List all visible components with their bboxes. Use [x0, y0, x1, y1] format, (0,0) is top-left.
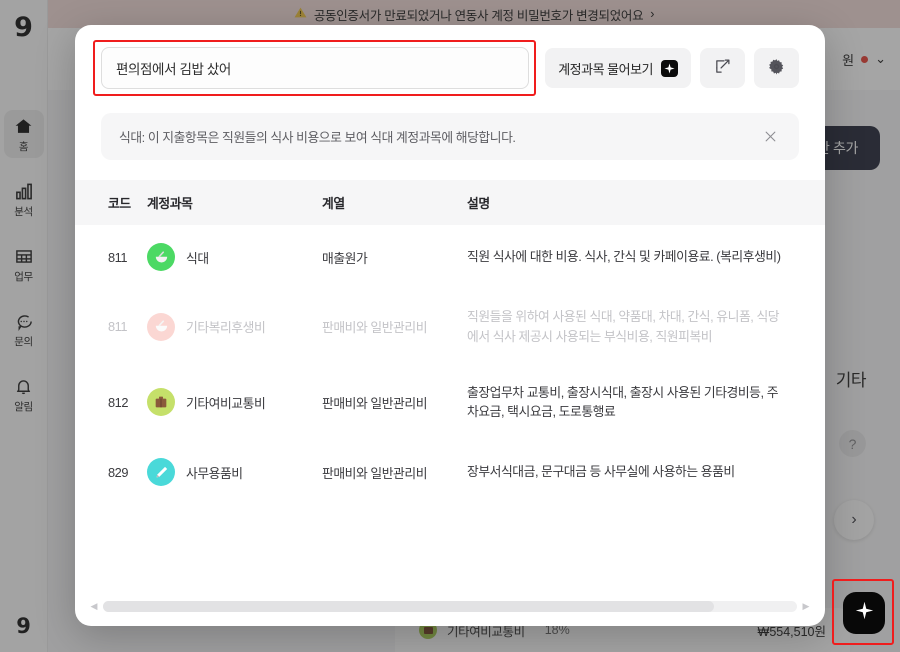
scroll-left-arrow-icon[interactable]: ◀ — [89, 601, 99, 612]
scrollbar-track[interactable] — [103, 601, 797, 612]
column-header-description: 설명 — [467, 180, 825, 225]
column-header-family: 계열 — [322, 180, 467, 225]
close-x-icon[interactable] — [759, 126, 781, 148]
cell-code: 811 — [75, 225, 147, 289]
cell-description: 출장업무차 교통비, 출장시식대, 출장시 사용된 기타경비등, 주차요금, 택… — [467, 385, 778, 420]
ask-button-label: 계정과목 물어보기 — [558, 59, 653, 78]
table-row[interactable]: 811 기타복리후생비 판매비와 일반관리비 직원들을 위하여 사용된 식대, … — [75, 289, 825, 365]
column-header-code: 코드 — [75, 180, 147, 225]
cell-account: 사무용품비 — [147, 440, 322, 504]
search-field-wrapper — [101, 47, 529, 89]
cell-description: 직원들을 위하여 사용된 식대, 약품대, 차대, 간식, 유니폼, 식당에서 … — [467, 309, 779, 344]
modal-header: 계정과목 물어보기 — [75, 25, 825, 89]
table-header-row: 코드 계정과목 계열 설명 — [75, 180, 825, 225]
modal-header-actions: 계정과목 물어보기 — [545, 47, 799, 88]
account-code-table-wrapper: 코드 계정과목 계열 설명 811 식대 — [75, 180, 825, 626]
scroll-right-arrow-icon[interactable]: ▶ — [801, 601, 811, 612]
cell-description: 장부서식대금, 문구대금 등 사무실에 사용하는 용품비 — [467, 464, 735, 479]
cell-family: 판매비와 일반관리비 — [322, 365, 467, 441]
fab-annotation-box — [832, 579, 894, 645]
sparkle-icon — [661, 60, 678, 77]
ask-account-code-button[interactable]: 계정과목 물어보기 — [545, 48, 691, 88]
horizontal-scrollbar[interactable]: ◀ ▶ — [75, 601, 825, 626]
ai-suggestion-banner: 식대: 이 지출항목은 직원들의 식사 비용으로 보여 식대 계정과목에 해당합… — [101, 113, 799, 160]
cell-family: 매출원가 — [322, 225, 467, 289]
briefcase-icon — [147, 388, 175, 416]
column-header-account: 계정과목 — [147, 180, 322, 225]
table-row[interactable]: 812 기타여비교통비 — [75, 365, 825, 441]
cell-account-label: 식대 — [186, 248, 209, 267]
cell-account-label: 기타여비교통비 — [186, 393, 265, 412]
cell-account: 기타여비교통비 — [147, 365, 322, 441]
cell-account: 기타복리후생비 — [147, 289, 322, 365]
rice-bowl-icon — [147, 313, 175, 341]
cell-account-label: 기타복리후생비 — [186, 317, 265, 336]
table-row[interactable]: 811 식대 매출원가 직원 식사에 대한 비용. 식사, 간식 및 카페이용료… — [75, 225, 825, 289]
cell-code: 829 — [75, 440, 147, 504]
search-input[interactable] — [101, 47, 529, 89]
cell-family: 판매비와 일반관리비 — [322, 289, 467, 365]
ai-suggestion-text: 식대: 이 지출항목은 직원들의 식사 비용으로 보여 식대 계정과목에 해당합… — [119, 127, 749, 146]
scrollbar-thumb[interactable] — [103, 601, 714, 612]
cell-account-label: 사무용품비 — [186, 463, 243, 482]
account-code-table: 코드 계정과목 계열 설명 811 식대 — [75, 180, 825, 504]
app-root: 공동인증서가 만료되었거나 연동사 계정 비밀번호가 변경되었어요 › 원 ⌄ … — [0, 0, 900, 652]
cell-family: 판매비와 일반관리비 — [322, 440, 467, 504]
table-row[interactable]: 829 사무용품비 — [75, 440, 825, 504]
cell-code: 811 — [75, 289, 147, 365]
cell-account: 식대 — [147, 225, 322, 289]
cell-code: 812 — [75, 365, 147, 441]
gear-icon — [768, 58, 785, 78]
rice-bowl-icon — [147, 243, 175, 271]
cell-description: 직원 식사에 대한 비용. 식사, 간식 및 카페이용료. (복리후생비) — [467, 249, 781, 264]
pen-icon — [147, 458, 175, 486]
account-code-search-modal: 계정과목 물어보기 — [75, 25, 825, 626]
edit-button[interactable] — [700, 48, 745, 88]
edit-pencil-icon — [714, 58, 731, 78]
settings-button[interactable] — [754, 48, 799, 88]
